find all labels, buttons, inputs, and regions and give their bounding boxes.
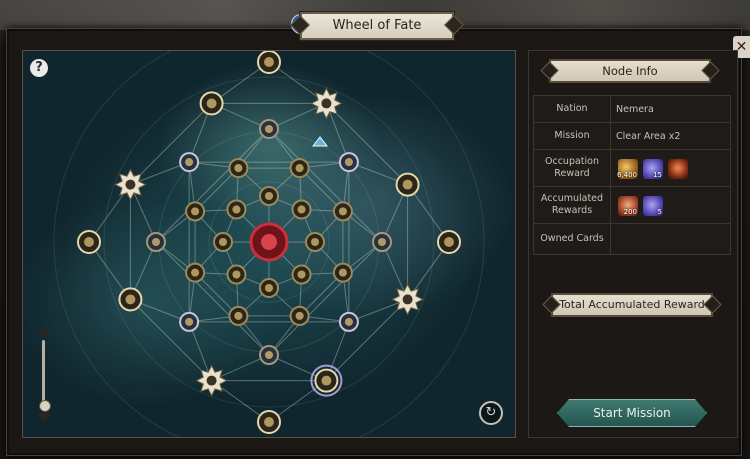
node-gem[interactable]	[185, 158, 194, 167]
zoom-down-arrow-icon[interactable]	[37, 413, 51, 422]
scroll-icon[interactable]: 200	[618, 195, 638, 216]
node-gem[interactable]	[206, 375, 217, 386]
wheel-graph	[53, 51, 485, 437]
node-gem[interactable]	[84, 237, 94, 247]
node-gem[interactable]	[264, 350, 274, 360]
mission-label: Mission	[533, 122, 611, 150]
reward-quantity: 6,400	[616, 170, 637, 179]
node-gem[interactable]	[264, 124, 274, 134]
graph-link	[326, 299, 408, 381]
owned-cards-value	[610, 223, 731, 255]
node-gem[interactable]	[297, 205, 306, 214]
node-info-header: Node Info	[549, 59, 711, 83]
graph-link	[130, 299, 212, 381]
node-gem[interactable]	[264, 283, 274, 293]
purple-token-icon[interactable]: 5	[643, 195, 663, 216]
reward-quantity: 15	[653, 170, 662, 179]
help-icon[interactable]: ?	[30, 59, 48, 77]
window-title: Wheel of Fate	[300, 12, 454, 40]
table-row: Accumulated Rewards 200 5	[533, 186, 731, 224]
zoom-slider[interactable]	[37, 326, 51, 426]
nation-value: Nemera	[610, 95, 731, 123]
mission-value: Clear Area x2	[610, 122, 731, 150]
node-gem[interactable]	[321, 375, 332, 386]
node-gem[interactable]	[234, 311, 243, 320]
reset-view-icon[interactable]: ↻	[479, 401, 503, 425]
node-gem[interactable]	[344, 158, 353, 167]
node-gem[interactable]	[185, 317, 194, 326]
node-gem[interactable]	[264, 57, 274, 67]
node-gem[interactable]	[402, 179, 413, 190]
total-accumulated-reward-button[interactable]: Total Accumulated Reward	[551, 293, 713, 317]
node-gem[interactable]	[402, 294, 413, 305]
player-marker-icon	[311, 136, 329, 147]
graph-link	[326, 103, 408, 185]
purple-token-icon[interactable]: 15	[643, 158, 663, 179]
occupation-reward-label: Occupation Reward	[533, 149, 611, 187]
node-gem[interactable]	[338, 268, 347, 277]
node-gem[interactable]	[206, 98, 217, 109]
node-gem[interactable]	[444, 237, 454, 247]
node-gem[interactable]	[234, 164, 243, 173]
accumulated-rewards-label: Accumulated Rewards	[533, 186, 611, 224]
accumulated-reward-items: 200 5	[610, 186, 731, 224]
node-info-panel: Node Info Nation Nemera Mission Clear Ar…	[528, 50, 738, 438]
zoom-up-arrow-icon[interactable]	[37, 326, 51, 335]
node-gem[interactable]	[125, 179, 136, 190]
table-row: Mission Clear Area x2	[533, 122, 731, 150]
node-gem[interactable]	[297, 270, 306, 279]
node-gem[interactable]	[264, 417, 274, 427]
node-gem[interactable]	[264, 191, 274, 201]
wheel-map[interactable]: ? ↻	[22, 50, 516, 438]
occupation-reward-items: 6,400 15	[610, 149, 731, 187]
reward-quantity: 5	[657, 207, 662, 216]
node-gem[interactable]	[377, 237, 387, 247]
table-row: Occupation Reward 6,400 15	[533, 149, 731, 187]
node-gem[interactable]	[191, 207, 200, 216]
zoom-track[interactable]	[42, 340, 45, 406]
node-gem[interactable]	[295, 164, 304, 173]
red-crystal-icon[interactable]	[668, 158, 688, 179]
node-gem[interactable]	[344, 317, 353, 326]
zoom-thumb[interactable]	[39, 400, 51, 412]
owned-cards-label: Owned Cards	[533, 223, 611, 255]
node-gem[interactable]	[151, 237, 161, 247]
node-gem[interactable]	[218, 237, 228, 247]
node-gem[interactable]	[310, 237, 320, 247]
node-gem[interactable]	[191, 268, 200, 277]
node-gem[interactable]	[338, 207, 347, 216]
node-gem[interactable]	[125, 294, 136, 305]
core-gem	[261, 234, 277, 250]
start-mission-button[interactable]: Start Mission	[557, 399, 707, 427]
graph-link	[130, 103, 212, 185]
gold-coin-icon[interactable]: 6,400	[616, 158, 638, 179]
reward-quantity: 200	[623, 207, 637, 216]
node-info-table: Nation Nemera Mission Clear Area x2 Occu…	[533, 95, 731, 255]
node-gem[interactable]	[232, 270, 241, 279]
table-row: Nation Nemera	[533, 95, 731, 123]
node-gem[interactable]	[232, 205, 241, 214]
node-gem[interactable]	[295, 311, 304, 320]
nation-label: Nation	[533, 95, 611, 123]
table-row: Owned Cards	[533, 223, 731, 255]
node-gem[interactable]	[321, 98, 332, 109]
